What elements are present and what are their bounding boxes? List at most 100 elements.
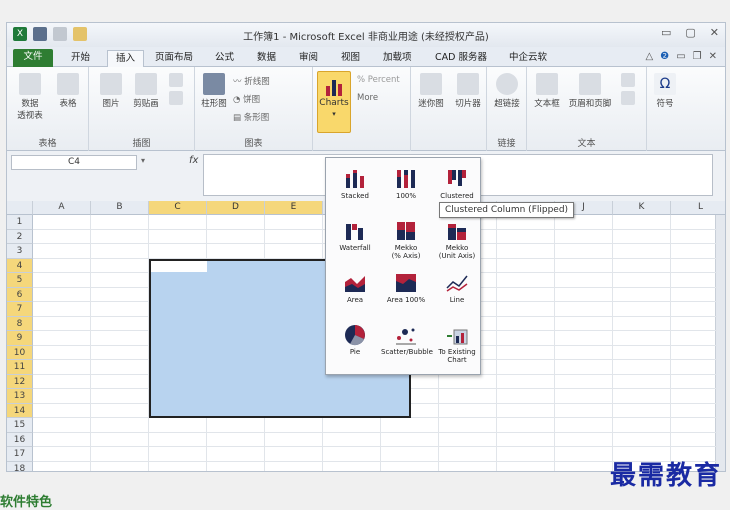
row-header-12[interactable]: 12 <box>7 374 33 389</box>
textbox-button[interactable]: 文本框 <box>531 73 563 109</box>
percent-button[interactable]: % Percent <box>357 75 400 85</box>
ribbon-collapse-icon[interactable]: △ <box>646 51 654 62</box>
help-icon[interactable]: ❷ <box>660 51 669 62</box>
row-header-6[interactable]: 6 <box>7 287 33 302</box>
row-header-18[interactable]: 18 <box>7 461 33 471</box>
more-button[interactable]: More <box>357 93 378 103</box>
row-header-7[interactable]: 7 <box>7 302 33 317</box>
row-header-14[interactable]: 14 <box>7 403 33 418</box>
column-header-d[interactable]: D <box>207 201 265 215</box>
chart-option-pie-chart[interactable]: Pie <box>330 324 380 356</box>
charts-dropdown-menu: Stacked 100% Clustered Waterfall Mekko (% Ax… <box>325 157 481 375</box>
chart-option-scatter-bubble[interactable]: Scatter/Bubble <box>381 324 433 356</box>
smartart-icon[interactable] <box>169 91 183 105</box>
charts-button[interactable]: Charts ▾ <box>317 71 351 133</box>
wordart-icon[interactable] <box>621 73 635 87</box>
row-header-2[interactable]: 2 <box>7 229 33 244</box>
hyperlink-button[interactable]: 超链接 <box>490 73 524 109</box>
ribbon-group-illustrations: 图片 剪贴画 插图 <box>89 67 195 151</box>
slicer-button[interactable]: 切片器 <box>451 73 485 109</box>
tab-zhongqi[interactable]: 中企云软 <box>501 50 555 67</box>
group-label-links: 链接 <box>497 139 516 149</box>
picture-button[interactable]: 图片 <box>95 73 127 109</box>
picture-icon <box>100 73 122 95</box>
insert-function-icon[interactable]: fx <box>189 155 198 166</box>
sparkline-button[interactable]: 迷你图 <box>415 73 447 109</box>
line-chart-button[interactable]: 〰 折线图 <box>233 75 270 87</box>
name-box-dropdown-icon[interactable]: ▾ <box>141 156 145 165</box>
doc-close-icon[interactable]: ✕ <box>709 51 717 62</box>
group-label-illustrations: 插图 <box>132 139 151 149</box>
row-header-11[interactable]: 11 <box>7 360 33 375</box>
tab-addins[interactable]: 加载项 <box>375 50 420 67</box>
name-box[interactable]: C4 <box>11 155 137 170</box>
pivot-table-button[interactable]: 数据 透视表 <box>13 73 47 121</box>
maximize-button[interactable]: ▢ <box>685 26 695 39</box>
row-header-16[interactable]: 16 <box>7 432 33 447</box>
column-header-e[interactable]: E <box>265 201 323 215</box>
doc-restore-icon[interactable]: ❐ <box>693 51 702 62</box>
close-button[interactable]: ✕ <box>710 26 719 39</box>
table-button[interactable]: 表格 <box>51 73 85 109</box>
row-header-9[interactable]: 9 <box>7 331 33 346</box>
active-cell[interactable] <box>151 260 207 272</box>
tab-review[interactable]: 审阅 <box>291 50 326 67</box>
area-chart-icon <box>344 272 366 294</box>
chart-option-mekko-percent[interactable]: Mekko (% Axis) <box>381 220 431 260</box>
tab-home[interactable]: 开始 <box>63 50 98 67</box>
omega-icon: Ω <box>654 73 676 95</box>
window-title: 工作簿1 - Microsoft Excel 非商业用途 (未经授权产品) <box>243 32 489 43</box>
chart-option-clustered-column[interactable]: Clustered <box>432 168 482 200</box>
pie-chart-button[interactable]: ◔ 饼图 <box>233 93 260 105</box>
ribbon-group-text: 文本框 页眉和页脚 文本 <box>527 67 647 151</box>
chart-option-area-100[interactable]: Area 100% <box>381 272 431 304</box>
chart-option-label: To Existing Chart <box>438 348 476 364</box>
ribbon-group-tables: 数据 透视表 表格 表格 <box>7 67 89 151</box>
tab-file[interactable]: 文件 <box>13 49 53 67</box>
row-header-15[interactable]: 15 <box>7 418 33 433</box>
chart-option-percent-column[interactable]: 100% <box>381 168 431 200</box>
row-header-5[interactable]: 5 <box>7 273 33 288</box>
tab-cad-server[interactable]: CAD 服务器 <box>427 50 495 67</box>
signature-line-icon[interactable] <box>621 91 635 105</box>
column-header-a[interactable]: A <box>33 201 91 215</box>
excel-window: X 工作簿1 - Microsoft Excel 非商业用途 (未经授权产品) … <box>6 22 726 472</box>
row-header-1[interactable]: 1 <box>7 215 33 230</box>
chart-option-line-chart[interactable]: Line <box>432 272 482 304</box>
column-header-l[interactable]: L <box>671 201 725 215</box>
chart-option-waterfall-chart[interactable]: Waterfall <box>330 220 380 252</box>
column-chart-button[interactable]: 柱形图 <box>199 73 229 109</box>
tab-view[interactable]: 视图 <box>333 50 368 67</box>
row-header-13[interactable]: 13 <box>7 389 33 404</box>
row-header-4[interactable]: 4 <box>7 258 33 273</box>
chart-option-area-chart[interactable]: Area <box>330 272 380 304</box>
chart-option-to-existing-chart[interactable]: To Existing Chart <box>432 324 482 364</box>
tab-page-layout[interactable]: 页面布局 <box>147 50 201 67</box>
header-footer-button[interactable]: 页眉和页脚 <box>565 73 615 109</box>
ribbon-group-links: 超链接 链接 <box>487 67 527 151</box>
clipart-button[interactable]: 剪贴画 <box>129 73 163 109</box>
bar-chart-button[interactable]: ▤ 条形图 <box>233 111 269 123</box>
column-header-b[interactable]: B <box>91 201 149 215</box>
title-bar: X 工作簿1 - Microsoft Excel 非商业用途 (未经授权产品) … <box>7 23 725 47</box>
symbol-button[interactable]: Ω 符号 <box>649 73 681 109</box>
column-header-c[interactable]: C <box>149 201 207 215</box>
doc-minimize-icon[interactable]: ▭ <box>676 51 685 62</box>
clustered-column-icon <box>446 168 468 190</box>
select-all-corner[interactable] <box>7 201 33 215</box>
tab-data[interactable]: 数据 <box>249 50 284 67</box>
column-chart-icon <box>203 73 225 95</box>
tab-formulas[interactable]: 公式 <box>207 50 242 67</box>
row-header-10[interactable]: 10 <box>7 345 33 360</box>
watermark-logo: 最需教育 <box>609 461 722 491</box>
row-header-8[interactable]: 8 <box>7 316 33 331</box>
tab-insert[interactable]: 插入 <box>107 50 145 67</box>
shapes-icon[interactable] <box>169 73 183 87</box>
chart-option-stacked-column[interactable]: Stacked <box>330 168 380 200</box>
pie-chart-small-icon: ◔ <box>233 95 244 105</box>
chart-option-mekko-unit[interactable]: Mekko (Unit Axis) <box>432 220 482 260</box>
minimize-button[interactable]: ▭ <box>661 26 671 39</box>
column-header-k[interactable]: K <box>613 201 671 215</box>
row-header-17[interactable]: 17 <box>7 447 33 462</box>
row-header-3[interactable]: 3 <box>7 244 33 259</box>
